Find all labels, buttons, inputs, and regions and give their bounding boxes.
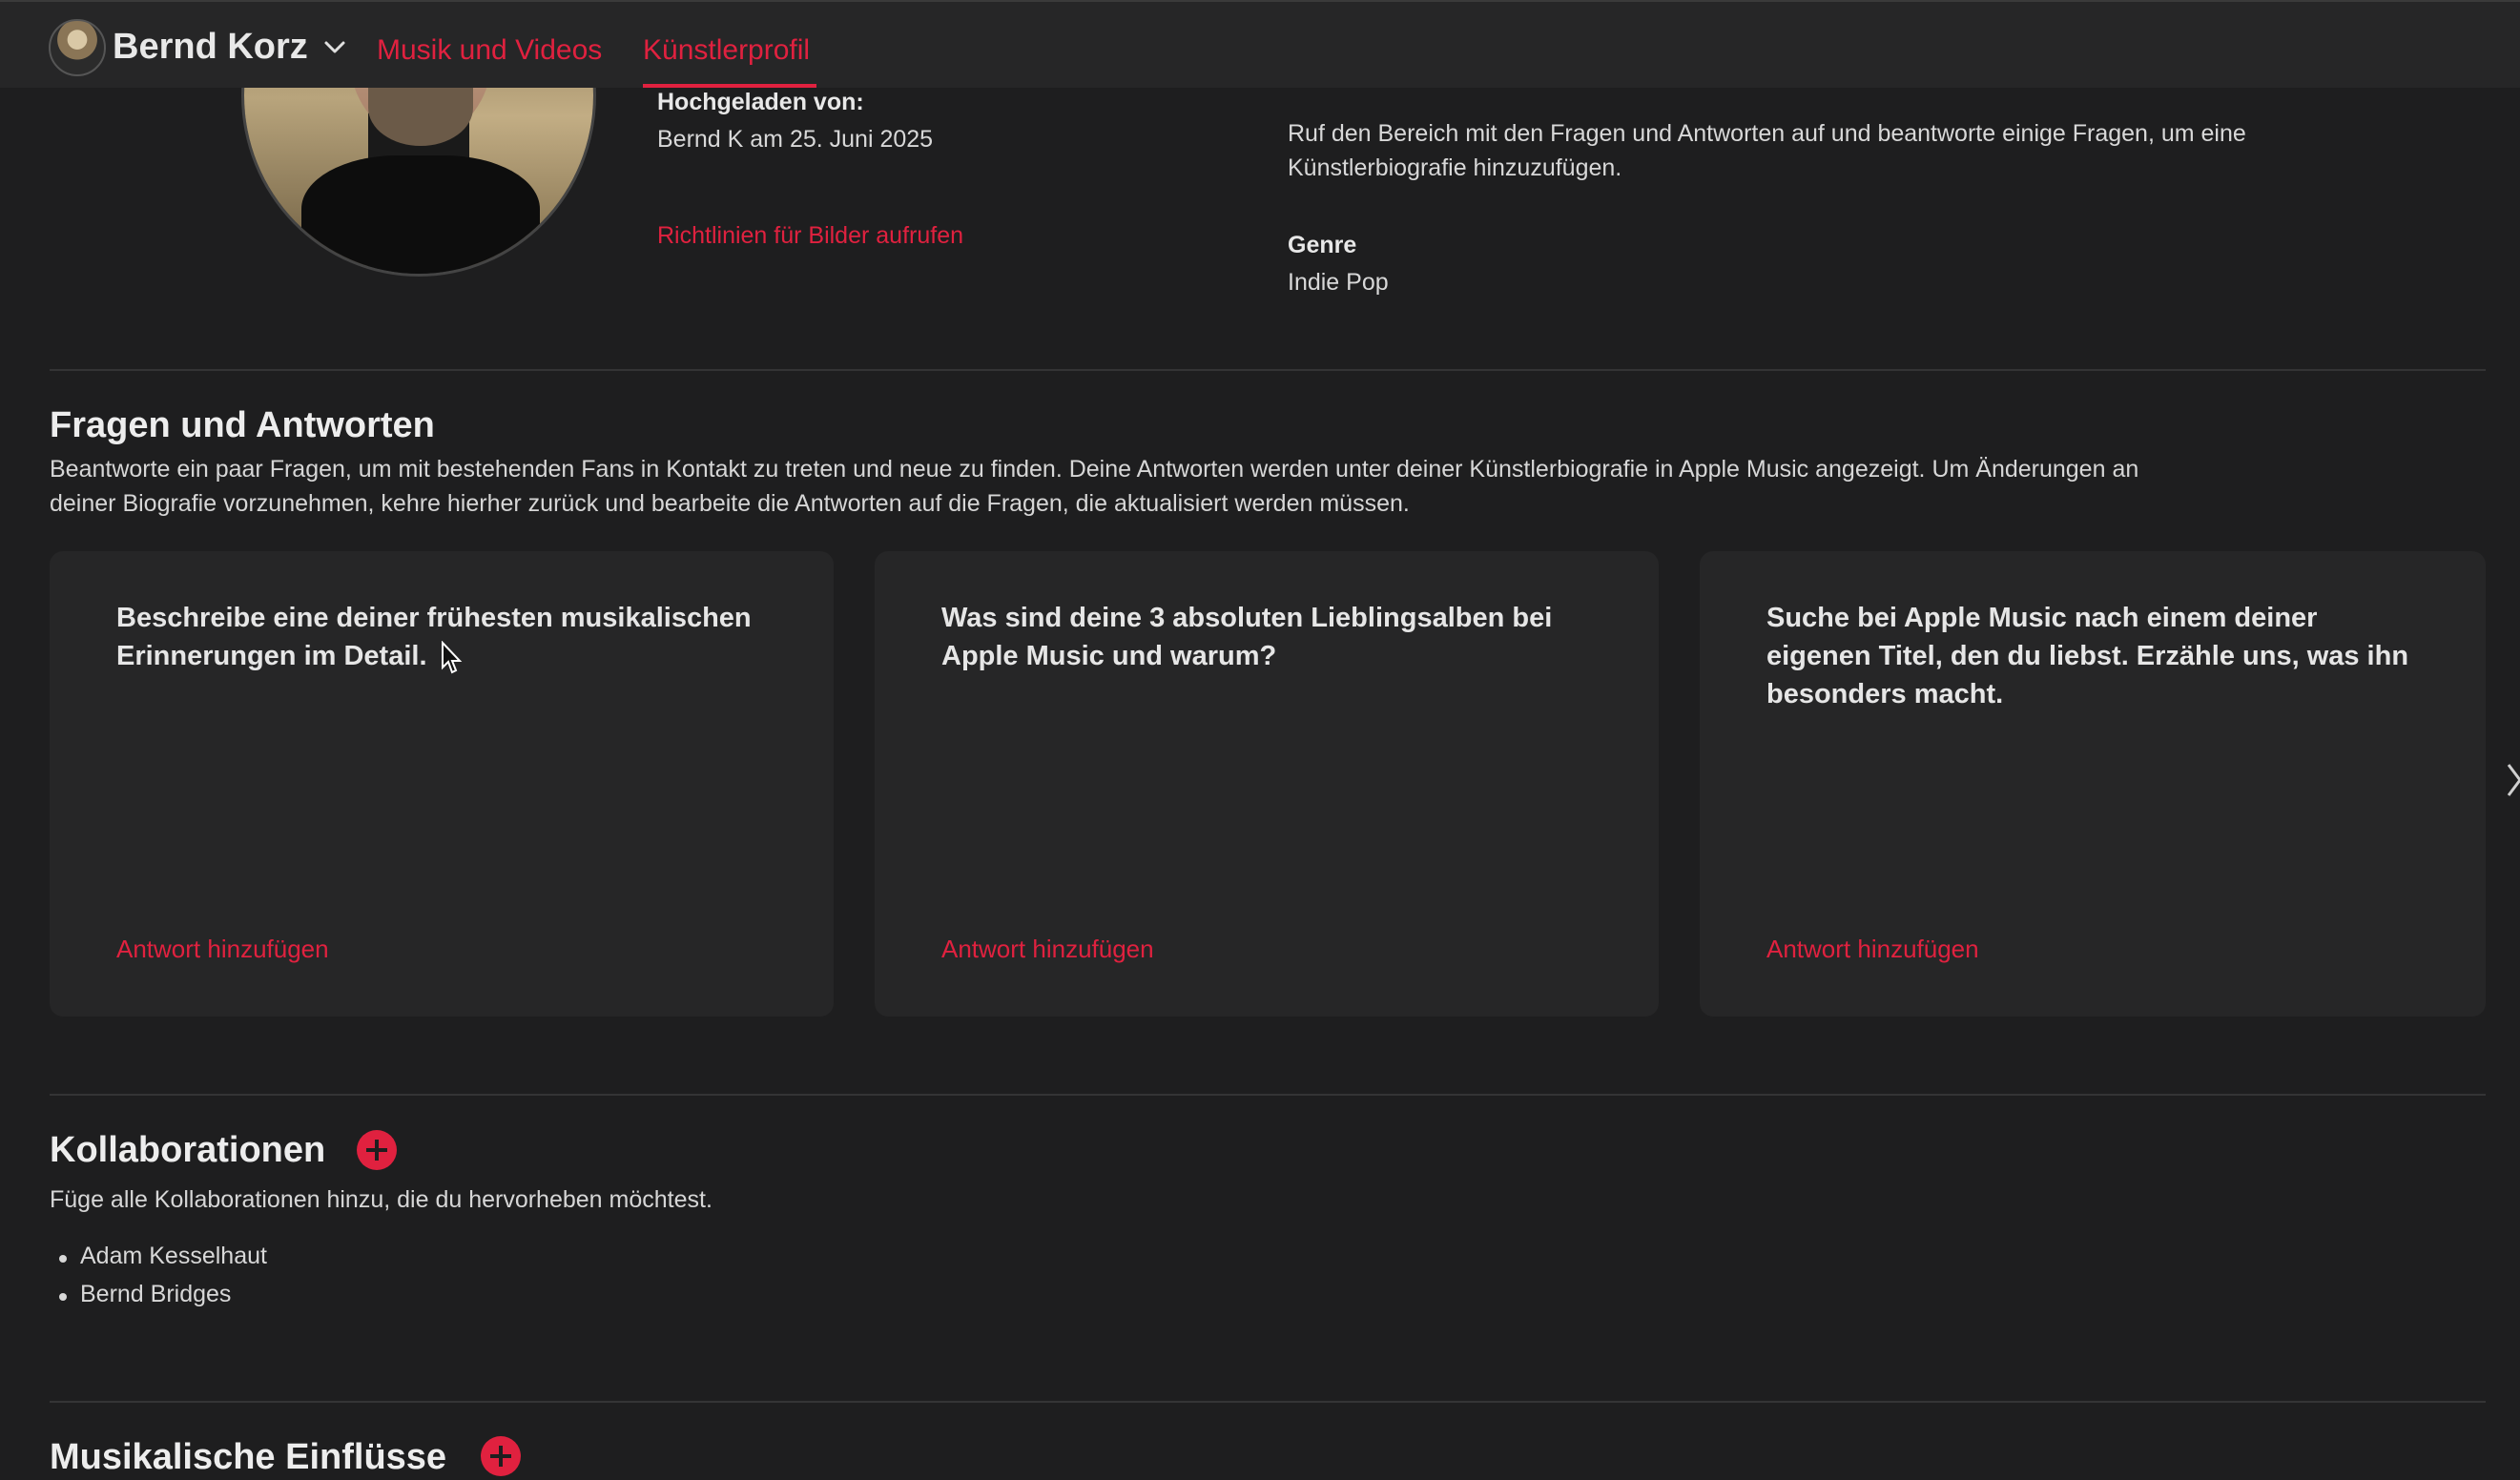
list-bullet — [59, 1255, 67, 1263]
tab-music-videos[interactable]: Musik und Videos — [377, 34, 602, 67]
tab-artist-profile[interactable]: Künstlerprofil — [643, 34, 810, 67]
uploaded-by-label: Hochgeladen von: — [657, 89, 864, 115]
qa-question: Suche bei Apple Music nach einem deiner … — [1766, 603, 2409, 709]
qa-section-title: Fragen und Antworten — [50, 405, 435, 445]
add-answer-link[interactable]: Antwort hinzufügen — [941, 935, 1154, 964]
collaboration-item: Adam Kesselhaut — [80, 1243, 267, 1269]
qa-description-line-2: deiner Biografie vorzunehmen, kehre hier… — [50, 490, 1410, 517]
collaboration-item: Bernd Bridges — [80, 1281, 232, 1307]
qa-description-line-1: Beantworte ein paar Fragen, um mit beste… — [50, 456, 2139, 483]
mouse-cursor-icon — [442, 641, 463, 674]
uploaded-by-value: Bernd K am 25. Juni 2025 — [657, 126, 934, 153]
influences-title: Musikalische Einflüsse — [50, 1437, 447, 1477]
add-collaboration-button[interactable] — [357, 1130, 397, 1170]
account-name[interactable]: Bernd Korz — [113, 27, 308, 68]
section-divider — [50, 369, 2486, 371]
qa-card: Beschreibe eine deiner frühesten musikal… — [50, 551, 834, 1017]
image-guidelines-link[interactable]: Richtlinien für Bilder aufrufen — [657, 222, 963, 250]
chevron-right-icon[interactable] — [2507, 761, 2520, 799]
qa-card: Suche bei Apple Music nach einem deiner … — [1700, 551, 2486, 1017]
chevron-down-icon[interactable] — [320, 32, 349, 61]
add-influence-button[interactable] — [481, 1436, 521, 1476]
bio-hint-line-2: Künstlerbiografie hinzuzufügen. — [1288, 154, 1622, 181]
collaborations-description: Füge alle Kollaborationen hinzu, die du … — [50, 1186, 713, 1213]
list-bullet — [59, 1293, 67, 1301]
genre-label: Genre — [1288, 232, 1357, 258]
section-divider — [50, 1094, 2486, 1096]
bio-hint-line-1: Ruf den Bereich mit den Fragen und Antwo… — [1288, 120, 2246, 147]
add-answer-link[interactable]: Antwort hinzufügen — [116, 935, 329, 964]
section-divider — [50, 1401, 2486, 1403]
qa-question: Was sind deine 3 absoluten Lieblingsalbe… — [941, 603, 1553, 671]
active-tab-indicator — [643, 84, 816, 88]
add-answer-link[interactable]: Antwort hinzufügen — [1766, 935, 1979, 964]
qa-card: Was sind deine 3 absoluten Lieblingsalbe… — [875, 551, 1659, 1017]
genre-value: Indie Pop — [1288, 269, 1389, 296]
collaborations-title: Kollaborationen — [50, 1130, 326, 1170]
avatar[interactable] — [49, 19, 106, 76]
top-bar: Bernd Korz Musik und Videos Künstlerprof… — [0, 0, 2520, 88]
